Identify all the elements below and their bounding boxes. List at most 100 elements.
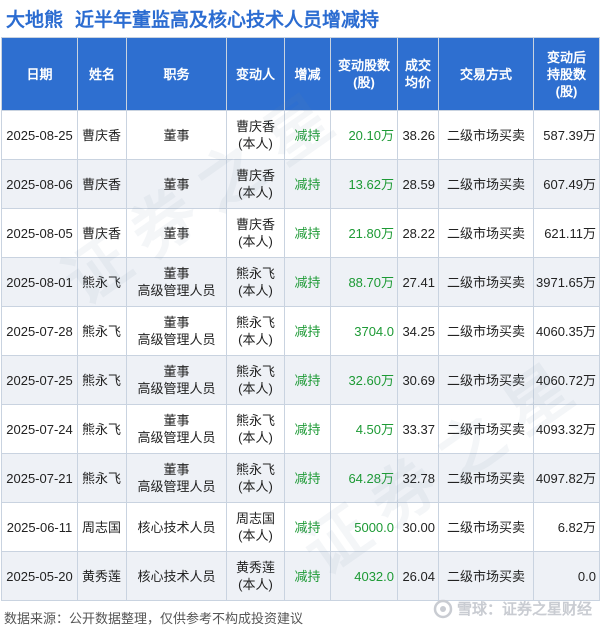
position-line: 董事 <box>163 176 190 192</box>
cell-date: 2025-06-11 <box>1 502 78 552</box>
header-direction: 增减 <box>284 37 331 111</box>
cell-changer: 熊永飞 (本人) <box>226 306 285 356</box>
cell-avg-price: 28.22 <box>397 208 439 258</box>
header-position: 职务 <box>126 37 227 111</box>
cell-name: 曹庆香 <box>77 159 127 209</box>
changer-line: (本人) <box>238 234 273 249</box>
cell-holdings-after: 6.82万 <box>533 502 600 552</box>
page-title: 大地熊 近半年董监高及核心技术人员增减持 <box>0 0 600 36</box>
changer-line: 熊永飞 <box>235 413 275 428</box>
cell-name: 熊永飞 <box>77 404 127 454</box>
header-change-shares-line2: (股) <box>353 75 375 90</box>
changer-line: 曹庆香 <box>235 119 275 134</box>
changer-line: 黄秀莲 <box>235 560 275 575</box>
cell-position: 核心技术人员 <box>126 551 227 601</box>
cell-avg-price: 30.00 <box>397 502 439 552</box>
table-row: 2025-08-05 曹庆香 董事 曹庆香 (本人) 减持 21.80万 28.22 二级市场买… <box>1 208 600 258</box>
cell-method: 二级市场买卖 <box>438 110 534 160</box>
cell-method: 二级市场买卖 <box>438 453 534 503</box>
changer-line: (本人) <box>238 136 273 151</box>
cell-changer: 周志国 (本人) <box>226 502 285 552</box>
cell-change-shares: 32.60万 <box>330 355 398 405</box>
cell-avg-price: 32.78 <box>397 453 439 503</box>
cell-name: 熊永飞 <box>77 453 127 503</box>
cell-direction: 减持 <box>284 502 331 552</box>
snowball-logo-icon <box>433 599 453 618</box>
cell-date: 2025-07-21 <box>1 453 78 503</box>
table-row: 2025-08-06 曹庆香 董事 曹庆香 (本人) 减持 13.62万 28.59 二级市场买… <box>1 159 600 209</box>
cell-holdings-after: 607.49万 <box>533 159 600 209</box>
cell-position: 董事 高级管理人员 <box>126 257 227 307</box>
cell-holdings-after: 587.39万 <box>533 110 600 160</box>
header-holdings-line1: 变动后 <box>546 49 586 65</box>
table-row: 2025-08-01 熊永飞 董事 高级管理人员 熊永飞 (本人) 减持 88.70万 27.4… <box>1 257 600 307</box>
cell-changer: 曹庆香 (本人) <box>226 110 285 160</box>
cell-date: 2025-08-06 <box>1 159 78 209</box>
header-avg-price-line1: 成交 <box>404 58 431 73</box>
cell-method: 二级市场买卖 <box>438 355 534 405</box>
cell-holdings-after: 4093.32万 <box>533 404 600 454</box>
header-holdings-line3: (股) <box>555 83 578 99</box>
cell-position: 董事 高级管理人员 <box>126 453 227 503</box>
cell-method: 二级市场买卖 <box>438 502 534 552</box>
cell-avg-price: 28.59 <box>397 159 439 209</box>
cell-name: 熊永飞 <box>77 306 127 356</box>
position-line: 董事 <box>163 127 190 143</box>
cell-avg-price: 27.41 <box>397 257 439 307</box>
cell-direction: 减持 <box>284 306 331 356</box>
table-row: 2025-05-20 黄秀莲 核心技术人员 黄秀莲 (本人) 减持 4032.0 26.04 二… <box>1 551 600 601</box>
cell-change-shares: 4.50万 <box>330 404 398 454</box>
changer-line: (本人) <box>238 479 273 494</box>
cell-position: 董事 <box>126 208 227 258</box>
header-holdings-line2: 持股数 <box>546 66 586 82</box>
cell-holdings-after: 4097.82万 <box>533 453 600 503</box>
cell-direction: 减持 <box>284 355 331 405</box>
cell-direction: 减持 <box>284 551 331 601</box>
cell-change-shares: 3704.0 <box>330 306 398 356</box>
changer-line: (本人) <box>238 381 273 396</box>
changer-line: (本人) <box>238 283 273 298</box>
insider-trade-table: 日期 姓名 职务 变动人 增减 变动股数 (股) 成交 均价 交易方式 变动后 … <box>1 37 600 601</box>
cell-method: 二级市场买卖 <box>438 159 534 209</box>
brand-watermark: 雪球：证券之星财经 <box>433 598 592 619</box>
position-line: 董事 <box>163 462 190 477</box>
header-method: 交易方式 <box>438 37 534 111</box>
cell-name: 周志国 <box>77 502 127 552</box>
cell-holdings-after: 4060.72万 <box>533 355 600 405</box>
cell-date: 2025-07-28 <box>1 306 78 356</box>
cell-date: 2025-08-01 <box>1 257 78 307</box>
changer-line: (本人) <box>238 430 273 445</box>
position-line: 董事 <box>163 225 190 241</box>
table-row: 2025-07-24 熊永飞 董事 高级管理人员 熊永飞 (本人) 减持 4.50万 33.37… <box>1 404 600 454</box>
cell-holdings-after: 0.0 <box>533 551 600 601</box>
table-row: 2025-07-28 熊永飞 董事 高级管理人员 熊永飞 (本人) 减持 3704.0 34.2… <box>1 306 600 356</box>
table-row: 2025-08-25 曹庆香 董事 曹庆香 (本人) 减持 20.10万 38.26 二级市场买… <box>1 110 600 160</box>
cell-direction: 减持 <box>284 208 331 258</box>
header-changer: 变动人 <box>226 37 285 111</box>
cell-changer: 熊永飞 (本人) <box>226 257 285 307</box>
cell-method: 二级市场买卖 <box>438 306 534 356</box>
cell-change-shares: 4032.0 <box>330 551 398 601</box>
cell-avg-price: 33.37 <box>397 404 439 454</box>
position-line: 高级管理人员 <box>137 283 216 298</box>
stock-name: 大地熊 <box>6 9 64 31</box>
header-change-shares-line1: 变动股数 <box>337 58 390 73</box>
cell-changer: 熊永飞 (本人) <box>226 355 285 405</box>
table-body: 2025-08-25 曹庆香 董事 曹庆香 (本人) 减持 20.10万 38.26 二级市场买… <box>1 110 600 601</box>
cell-name: 曹庆香 <box>77 110 127 160</box>
cell-avg-price: 34.25 <box>397 306 439 356</box>
cell-avg-price: 38.26 <box>397 110 439 160</box>
changer-line: (本人) <box>238 577 273 592</box>
changer-line: 曹庆香 <box>235 168 275 183</box>
cell-method: 二级市场买卖 <box>438 257 534 307</box>
changer-line: 熊永飞 <box>235 266 275 281</box>
changer-line: 熊永飞 <box>235 315 275 330</box>
table-row: 2025-06-11 周志国 核心技术人员 周志国 (本人) 减持 5000.0 30.00 二… <box>1 502 600 552</box>
cell-change-shares: 88.70万 <box>330 257 398 307</box>
cell-date: 2025-08-25 <box>1 110 78 160</box>
cell-change-shares: 64.28万 <box>330 453 398 503</box>
brand-text: 雪球：证券之星财经 <box>456 601 592 618</box>
cell-date: 2025-07-25 <box>1 355 78 405</box>
cell-holdings-after: 4060.35万 <box>533 306 600 356</box>
table-header-row: 日期 姓名 职务 变动人 增减 变动股数 (股) 成交 均价 交易方式 变动后 … <box>1 37 600 111</box>
